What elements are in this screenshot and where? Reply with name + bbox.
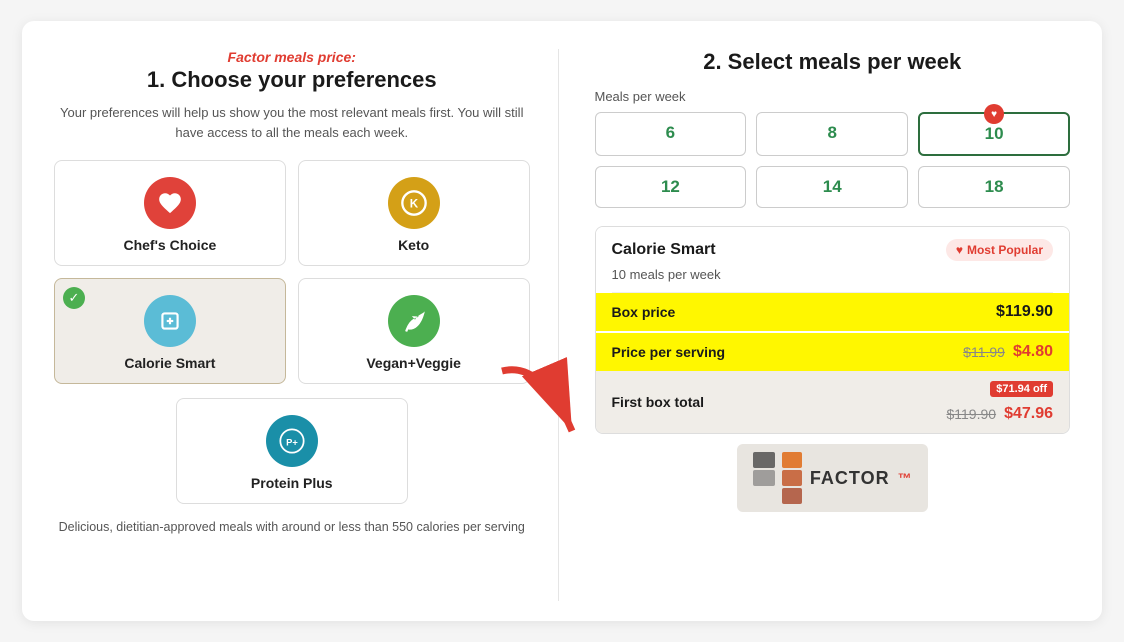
meals-grid: 6 8 ♥ 10 12 14 18 [595, 112, 1071, 208]
protein-plus-icon: P+ [266, 415, 318, 467]
factor-meals-decoration [753, 452, 802, 504]
pref-keto[interactable]: K Keto [298, 160, 530, 266]
per-serving-prices: $11.99 $4.80 [963, 343, 1053, 361]
preferences-grid: Chef's Choice K Keto ✓ [54, 160, 530, 384]
pref-chefs-choice[interactable]: Chef's Choice [54, 160, 286, 266]
section-title-left: 1. Choose your preferences [54, 67, 530, 93]
most-popular-badge: ♥ Most Popular [946, 239, 1053, 261]
factor-logo-area: FACTOR ™ [595, 444, 1071, 512]
main-container: Factor meals price: 1. Choose your prefe… [22, 21, 1102, 621]
protein-plus-label: Protein Plus [251, 475, 333, 491]
section-description: Your preferences will help us show you t… [54, 103, 530, 142]
popular-heart-icon: ♥ [956, 243, 963, 257]
first-box-old-price: $119.90 [946, 406, 996, 422]
popular-heart: ♥ [984, 104, 1004, 124]
first-box-new-price: $47.96 [1004, 405, 1053, 423]
vegan-veggie-label: Vegan+Veggie [366, 355, 461, 371]
per-serving-label: Price per serving [612, 344, 726, 360]
footer-note: Delicious, dietitian-approved meals with… [54, 518, 530, 537]
meals-per-week-label: Meals per week [595, 89, 1071, 104]
per-serving-row: Price per serving $11.99 $4.80 [596, 333, 1070, 371]
keto-label: Keto [398, 237, 429, 253]
selected-checkmark: ✓ [63, 287, 85, 309]
meal-option-8[interactable]: 8 [756, 112, 908, 156]
left-panel: Factor meals price: 1. Choose your prefe… [54, 49, 559, 601]
svg-text:P+: P+ [286, 438, 298, 448]
pricing-card: Calorie Smart ♥ Most Popular 10 meals pe… [595, 226, 1071, 434]
keto-icon: K [388, 177, 440, 229]
meal-option-6[interactable]: 6 [595, 112, 747, 156]
factor-logo-box: FACTOR ™ [737, 444, 928, 512]
pref-protein-plus[interactable]: P+ Protein Plus [176, 398, 408, 504]
first-box-row: First box total $71.94 off $119.90 $47.9… [596, 371, 1070, 433]
first-box-prices: $71.94 off $119.90 $47.96 [946, 381, 1053, 423]
chefs-choice-label: Chef's Choice [123, 237, 216, 253]
meal-option-12[interactable]: 12 [595, 166, 747, 208]
vegan-icon [388, 295, 440, 347]
pref-calorie-smart[interactable]: ✓ Calorie Smart [54, 278, 286, 384]
first-box-label: First box total [612, 394, 705, 410]
chefs-choice-icon [144, 177, 196, 229]
meal-option-18[interactable]: 18 [918, 166, 1070, 208]
section-title-right: 2. Select meals per week [595, 49, 1071, 75]
factor-brand-text: FACTOR [810, 468, 890, 489]
meal-option-10[interactable]: ♥ 10 [918, 112, 1070, 156]
box-price-value: $119.90 [996, 303, 1053, 321]
first-box-amounts: $119.90 $47.96 [946, 405, 1053, 423]
pref-vegan-veggie[interactable]: Vegan+Veggie [298, 278, 530, 384]
off-badge: $71.94 off [990, 381, 1053, 397]
pricing-plan-name: Calorie Smart [612, 241, 716, 259]
factor-trademark: ™ [898, 470, 912, 486]
meal-option-14[interactable]: 14 [756, 166, 908, 208]
pricing-header: Calorie Smart ♥ Most Popular [596, 227, 1070, 265]
svg-text:K: K [409, 198, 418, 211]
meals-count-text: 10 meals per week [596, 265, 1070, 292]
per-serving-new-price: $4.80 [1013, 343, 1053, 361]
right-panel: 2. Select meals per week Meals per week … [559, 49, 1071, 601]
calorie-smart-label: Calorie Smart [124, 355, 215, 371]
subtitle: Factor meals price: [54, 49, 530, 65]
box-price-label: Box price [612, 304, 676, 320]
box-price-row: Box price $119.90 [596, 293, 1070, 331]
calorie-smart-icon [144, 295, 196, 347]
per-serving-old-price: $11.99 [963, 344, 1005, 360]
